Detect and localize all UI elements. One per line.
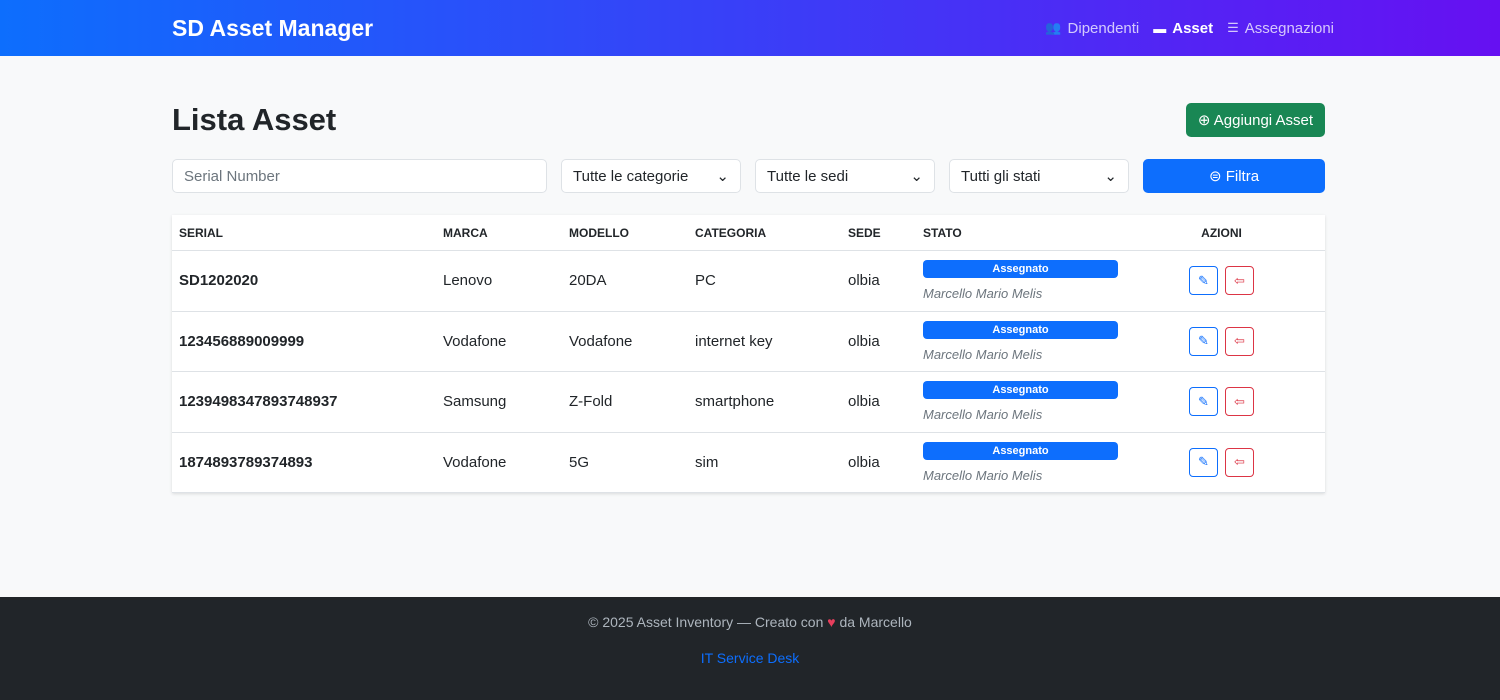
- category-select[interactable]: Tutte le categorie ⌄: [561, 159, 741, 193]
- category-cell: smartphone: [695, 393, 775, 411]
- filter-button[interactable]: ⊜ Filtra: [1143, 159, 1325, 193]
- tag-return-icon: ⇦: [1234, 454, 1245, 470]
- status-badge: Assegnato: [923, 320, 1118, 339]
- page-title: Lista Asset: [172, 102, 337, 137]
- model-cell: Vodafone: [569, 332, 633, 350]
- unassign-button[interactable]: ⇦: [1225, 387, 1254, 417]
- serial-cell: 1239498347893748937: [179, 393, 338, 411]
- header-marca: MARCA: [443, 225, 488, 240]
- filter-icon: ⊜: [1208, 168, 1226, 185]
- edit-button[interactable]: ✎: [1189, 447, 1218, 477]
- status-badge: Assegnato: [923, 441, 1118, 460]
- serial-input[interactable]: Serial Number: [172, 159, 547, 193]
- it-service-desk-link[interactable]: IT Service Desk: [0, 650, 1500, 666]
- serial-cell: SD1202020: [179, 272, 259, 290]
- site-cell: olbia: [848, 393, 880, 411]
- model-cell: Z-Fold: [569, 393, 613, 411]
- header-modello: MODELLO: [569, 225, 629, 240]
- site-cell: olbia: [848, 272, 880, 290]
- edit-button[interactable]: ✎: [1189, 387, 1218, 417]
- heart-icon: ♥: [827, 614, 836, 630]
- chevron-down-icon: ⌄: [716, 168, 729, 185]
- category-value: Tutte le categorie: [573, 167, 689, 185]
- asset-table: SERIAL MARCA MODELLO CATEGORIA SEDE STAT…: [172, 215, 1325, 493]
- filter-label: Filtra: [1225, 168, 1260, 185]
- category-cell: internet key: [695, 332, 773, 350]
- unassign-button[interactable]: ⇦: [1225, 326, 1254, 356]
- site-select[interactable]: Tutte le sedi ⌄: [755, 159, 935, 193]
- edit-button[interactable]: ✎: [1189, 326, 1218, 356]
- chevron-down-icon: ⌄: [1104, 168, 1117, 185]
- site-value: Tutte le sedi: [767, 167, 849, 185]
- brand-cell: Vodafone: [443, 332, 507, 350]
- status-badge: Assegnato: [923, 381, 1118, 400]
- edit-icon: ✎: [1198, 272, 1209, 288]
- tag-return-icon: ⇦: [1234, 393, 1245, 409]
- model-cell: 20DA: [569, 272, 607, 290]
- edit-icon: ✎: [1198, 393, 1209, 409]
- header-categoria: CATEGORIA: [695, 225, 767, 240]
- table-row: SD1202020 Lenovo 20DA PC olbia Assegnato…: [172, 251, 1325, 312]
- edit-icon: ✎: [1198, 454, 1209, 470]
- laptop-icon: ▬: [1153, 20, 1167, 36]
- users-icon: 👥: [1045, 20, 1062, 35]
- header-sede: SEDE: [848, 225, 881, 240]
- header-serial: SERIAL: [179, 225, 224, 240]
- footer: © 2025 Asset Inventory — Creato con ♥ da…: [0, 597, 1500, 700]
- status-badge: Assegnato: [923, 260, 1118, 279]
- serial-cell: 123456889009999: [179, 332, 305, 350]
- list-card-icon: ☰: [1227, 20, 1239, 35]
- nav-label: Asset: [1172, 19, 1214, 37]
- model-cell: 5G: [569, 453, 590, 471]
- tag-return-icon: ⇦: [1234, 272, 1245, 288]
- header-azioni: AZIONI: [1201, 225, 1242, 240]
- tag-return-icon: ⇦: [1234, 333, 1245, 349]
- brand-cell: Lenovo: [443, 272, 493, 290]
- site-cell: olbia: [848, 453, 880, 471]
- navbar: SD Asset Manager 👥 Dipendenti ▬ Asset ☰ Ass…: [0, 0, 1500, 56]
- table-row: 123456889009999 Vodafone Vodafone intern…: [172, 312, 1325, 372]
- brand-cell: Vodafone: [443, 453, 507, 471]
- category-cell: PC: [695, 272, 716, 290]
- table-header: SERIAL MARCA MODELLO CATEGORIA SEDE STAT…: [172, 215, 1325, 251]
- edit-button[interactable]: ✎: [1189, 266, 1218, 296]
- edit-icon: ✎: [1198, 333, 1209, 349]
- unassign-button[interactable]: ⇦: [1225, 447, 1254, 477]
- footer-text-author: da Marcello: [839, 614, 912, 630]
- serial-cell: 1874893789374893: [179, 453, 313, 471]
- nav-asset[interactable]: ▬ Asset: [1153, 20, 1213, 37]
- unassign-button[interactable]: ⇦: [1225, 266, 1254, 296]
- table-row: 1239498347893748937 Samsung Z-Fold smart…: [172, 372, 1325, 433]
- status-select[interactable]: Tutti gli stati ⌄: [949, 159, 1129, 193]
- site-cell: olbia: [848, 332, 880, 350]
- category-cell: sim: [695, 453, 719, 471]
- chevron-down-icon: ⌄: [910, 168, 923, 185]
- nav-assegnazioni[interactable]: ☰ Assegnazioni: [1227, 20, 1334, 37]
- plus-circle-icon: ⊕: [1197, 112, 1214, 129]
- footer-text: © 2025 Asset Inventory — Creato con: [588, 614, 824, 630]
- nav-dipendenti[interactable]: 👥 Dipendenti: [1045, 20, 1139, 37]
- add-asset-label: Aggiungi Asset: [1213, 112, 1313, 129]
- status-value: Tutti gli stati: [961, 167, 1041, 185]
- nav-label: Dipendenti: [1067, 19, 1140, 37]
- brand-cell: Samsung: [443, 393, 507, 411]
- add-asset-button[interactable]: ⊕ Aggiungi Asset: [1185, 103, 1325, 137]
- nav-label: Assegnazioni: [1244, 19, 1334, 37]
- brand[interactable]: SD Asset Manager: [172, 15, 373, 42]
- table-row: 1874893789374893 Vodafone 5G sim olbia A…: [172, 433, 1325, 493]
